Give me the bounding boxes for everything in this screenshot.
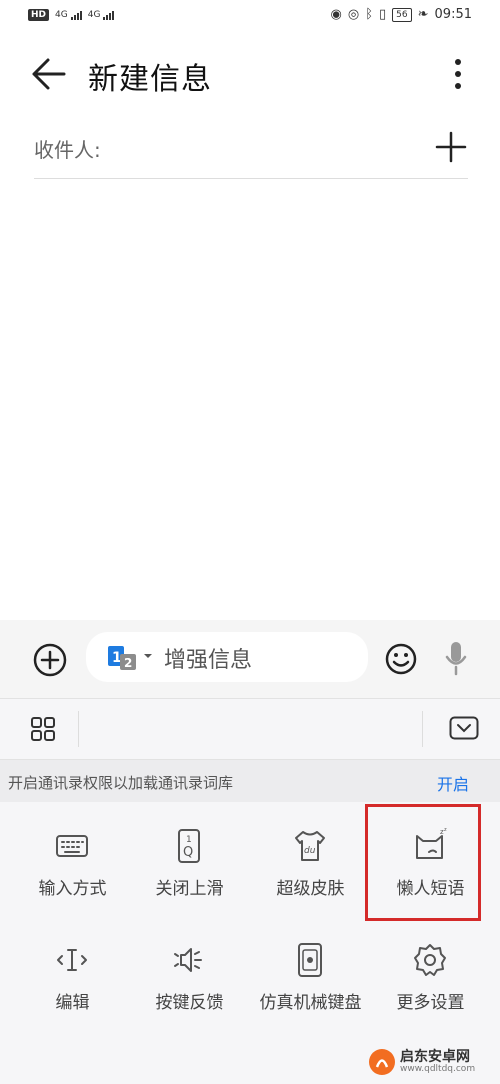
svg-text:2: 2 xyxy=(124,656,132,670)
grid-icon[interactable] xyxy=(30,716,56,742)
tile-more-settings[interactable]: 更多设置 xyxy=(368,922,493,1032)
header: 新建信息 xyxy=(0,40,500,110)
tile-super-skin[interactable]: du 超级皮肤 xyxy=(248,808,373,918)
divider xyxy=(422,711,423,747)
tile-key-feedback[interactable]: 按键反馈 xyxy=(127,922,252,1032)
contacts-permission-notice: 开启通讯录权限以加载通讯录词库 开启 xyxy=(0,760,500,802)
tile-disable-swipe[interactable]: 1 Q 关闭上滑 xyxy=(127,808,252,918)
composer-bar: 1 2 增强信息 xyxy=(0,620,500,698)
divider xyxy=(78,711,79,747)
keyboard-panel: 开启通讯录权限以加载通讯录词库 开启 输入方式 1 Q 关闭上滑 du 超级皮肤… xyxy=(0,698,500,1084)
gear-icon xyxy=(414,944,446,976)
clock-time: 09:51 xyxy=(434,7,472,22)
nfc-icon: ◉ xyxy=(330,7,342,22)
watermark-name: 启东安卓网 xyxy=(400,1049,470,1065)
shirt-icon: du xyxy=(295,831,325,861)
recipient-field[interactable]: 收件人: xyxy=(34,120,468,179)
mech-key-icon xyxy=(298,943,322,977)
microphone-icon[interactable] xyxy=(444,640,468,678)
eye-icon: ◎ xyxy=(347,7,360,22)
page-title: 新建信息 xyxy=(88,62,212,97)
watermark: 启东安卓网 www.qdltdq.com xyxy=(368,1044,498,1080)
dual-sim-icon[interactable]: 1 2 xyxy=(106,644,140,672)
watermark-logo-icon xyxy=(369,1049,395,1075)
tile-input-method[interactable]: 输入方式 xyxy=(10,808,135,918)
plus-icon[interactable] xyxy=(434,130,468,164)
keyboard-icon xyxy=(56,835,88,857)
tile-label: 仿真机械键盘 xyxy=(259,993,362,1013)
swipe-key-icon: 1 Q xyxy=(178,829,200,863)
bluetooth-icon: ᛒ xyxy=(365,7,374,22)
highlight-box xyxy=(365,804,481,921)
leaf-icon: ❧ xyxy=(417,7,429,22)
smiley-icon[interactable] xyxy=(384,642,418,676)
svg-text:du: du xyxy=(304,846,316,856)
tile-label: 输入方式 xyxy=(38,879,107,899)
tile-label: 更多设置 xyxy=(396,993,465,1013)
tile-edit[interactable]: 编辑 xyxy=(10,922,135,1032)
tile-label: 编辑 xyxy=(55,993,90,1013)
tile-mechanical-keyboard[interactable]: 仿真机械键盘 xyxy=(248,922,373,1032)
battery-indicator: 56 xyxy=(392,7,412,22)
status-bar: HD 4G 4G ◉ ◎ ᛒ ▯ 56 ❧ 09:51 xyxy=(0,0,500,36)
add-circle-icon[interactable] xyxy=(32,642,68,678)
signal-sim2: 4G xyxy=(88,10,115,20)
signal-sim1: 4G xyxy=(55,10,82,20)
recipient-label: 收件人: xyxy=(34,138,101,162)
notice-text: 开启通讯录权限以加载通讯录词库 xyxy=(8,774,234,792)
svg-text:1: 1 xyxy=(186,835,192,845)
tile-label: 超级皮肤 xyxy=(276,879,345,899)
message-placeholder: 增强信息 xyxy=(164,648,253,673)
text-cursor-icon xyxy=(57,949,87,971)
vibrate-icon: ▯ xyxy=(379,7,387,22)
svg-text:Q: Q xyxy=(183,845,193,860)
speaker-icon xyxy=(174,948,202,972)
hd-badge: HD xyxy=(28,9,50,21)
chevron-down-icon[interactable] xyxy=(142,650,154,662)
watermark-url: www.qdltdq.com xyxy=(400,1064,476,1074)
enable-button[interactable]: 开启 xyxy=(437,771,469,795)
tile-label: 关闭上滑 xyxy=(155,879,224,899)
back-arrow-icon[interactable] xyxy=(30,56,70,92)
collapse-keyboard-icon[interactable] xyxy=(449,716,479,740)
more-vertical-icon[interactable] xyxy=(448,56,468,92)
tile-label: 按键反馈 xyxy=(155,993,224,1013)
message-input[interactable]: 1 2 增强信息 xyxy=(86,632,368,682)
keyboard-toolbar xyxy=(0,698,500,760)
